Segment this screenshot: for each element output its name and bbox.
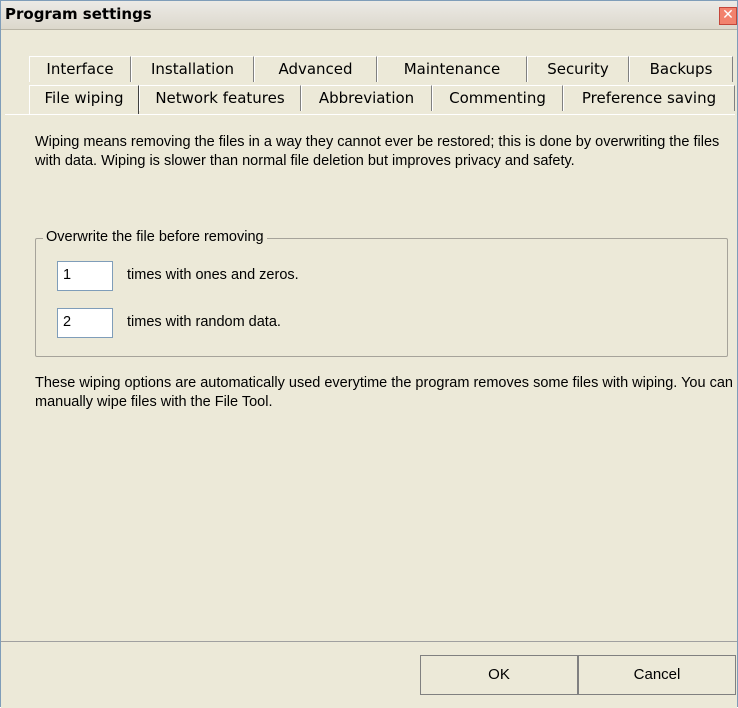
tab-network-features[interactable]: Network features [139,85,301,111]
tab-abbreviation[interactable]: Abbreviation [301,85,432,111]
tab-security[interactable]: Security [527,56,629,82]
close-icon[interactable]: ✕ [719,7,737,25]
window-title: Program settings [5,5,152,23]
ok-button[interactable]: OK [420,655,578,695]
random-data-label: times with random data. [127,314,281,330]
settings-window: Program settings ✕ Interface Installatio… [0,0,738,708]
title-bar[interactable]: Program settings ✕ [1,1,737,30]
ones-zeros-count-field[interactable]: 1 [57,261,113,291]
tab-file-wiping[interactable]: File wiping [29,85,139,114]
overwrite-group [35,238,728,357]
tab-backups[interactable]: Backups [629,56,733,82]
tab-maintenance[interactable]: Maintenance [377,56,527,82]
tab-preference-saving[interactable]: Preference saving [563,85,735,111]
overwrite-group-label: Overwrite the file before removing [43,229,267,245]
intro-text: Wiping means removing the files in a way… [35,134,720,169]
cancel-button[interactable]: Cancel [578,655,736,695]
ones-zeros-label: times with ones and zeros. [127,267,299,283]
random-data-count-field[interactable]: 2 [57,308,113,338]
tab-advanced[interactable]: Advanced [254,56,377,82]
tab-commenting[interactable]: Commenting [432,85,563,111]
tab-installation[interactable]: Installation [131,56,254,82]
tab-interface[interactable]: Interface [29,56,131,82]
footer-text: These wiping options are automatically u… [35,375,733,410]
